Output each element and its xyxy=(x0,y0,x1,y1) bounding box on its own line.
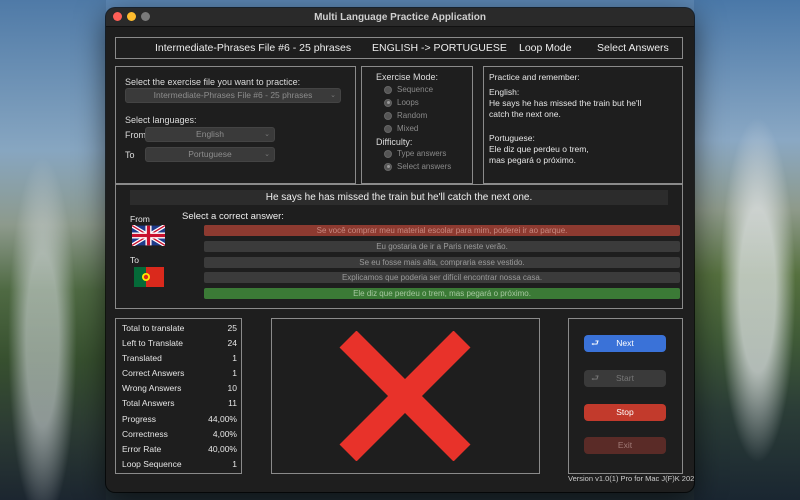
zoom-window-icon[interactable] xyxy=(141,12,150,21)
title-bar[interactable]: Multi Language Practice Application xyxy=(106,8,694,27)
chevron-down-icon: ⌄ xyxy=(264,151,270,158)
portuguese-line-2: mas pegará o próximo. xyxy=(489,155,576,165)
stat-row: Correctness 4,00% xyxy=(122,429,237,439)
window-controls xyxy=(113,12,150,21)
stat-row: Left to Translate 24 xyxy=(122,338,237,348)
return-arrow-icon: ⮐ xyxy=(591,338,600,348)
status-bar: Intermediate-Phrases File #6 - 25 phrase… xyxy=(115,37,683,59)
uk-flag-icon xyxy=(132,225,165,246)
chevron-down-icon: ⌄ xyxy=(264,131,270,138)
to-language-label: To xyxy=(125,150,135,160)
mode-option-label: Random xyxy=(397,111,428,120)
mode-option-label: Mixed xyxy=(397,124,419,133)
practice-panel: Practice and remember: English: He says … xyxy=(483,66,683,184)
stat-row: Correct Answers 1 xyxy=(122,368,237,378)
mode-label: Loop Mode xyxy=(519,42,572,54)
quiz-panel: He says he has missed the train but he'l… xyxy=(115,184,683,309)
radio-selected-icon xyxy=(384,98,392,107)
mode-option-random[interactable]: Random xyxy=(384,111,427,120)
file-dropdown-value: Intermediate-Phrases File #6 - 25 phrase… xyxy=(153,90,313,100)
from-language-value: English xyxy=(196,129,224,139)
desktop-wallpaper-left xyxy=(0,0,106,500)
answer-option-2[interactable]: Eu gostaria de ir a Paris neste verão. xyxy=(204,241,680,252)
stop-button[interactable]: Stop xyxy=(584,404,666,421)
quiz-from-label: From xyxy=(130,214,150,224)
radio-icon xyxy=(384,149,392,158)
radio-selected-icon xyxy=(384,162,392,171)
portugal-flag-icon xyxy=(134,267,164,287)
difficulty-option-type[interactable]: Type answers xyxy=(384,149,446,158)
window-title: Multi Language Practice Application xyxy=(314,11,486,23)
stat-row: Loop Sequence 1 xyxy=(122,459,237,469)
exit-button[interactable]: Exit xyxy=(584,437,666,454)
controls-panel: ⮐ Next ⮐ Start Stop Exit xyxy=(568,318,683,474)
from-language-label: From xyxy=(125,130,146,140)
stat-row: Total to translate 25 xyxy=(122,323,237,333)
answer-option-3[interactable]: Se eu fosse mais alta, compraria esse ve… xyxy=(204,257,680,268)
answer-option-4[interactable]: Explicamos que poderia ser difícil encon… xyxy=(204,272,680,283)
return-arrow-icon: ⮐ xyxy=(591,373,600,383)
mode-option-label: Sequence xyxy=(397,85,434,94)
minimize-window-icon[interactable] xyxy=(127,12,136,21)
mode-option-loops[interactable]: Loops xyxy=(384,98,419,107)
to-language-dropdown[interactable]: Portuguese ⌄ xyxy=(145,147,275,162)
answer-option-5[interactable]: Ele diz que perdeu o trem, mas pegará o … xyxy=(204,288,680,299)
wrong-answer-cross-icon xyxy=(339,331,471,461)
portuguese-label: Portuguese: xyxy=(489,133,535,143)
next-button[interactable]: ⮐ Next xyxy=(584,335,666,352)
desktop-wallpaper-right xyxy=(694,0,800,500)
english-label: English: xyxy=(489,87,520,97)
quiz-to-label: To xyxy=(130,255,139,265)
setup-panel: Select the exercise file you want to pra… xyxy=(115,66,356,184)
question-text: He says he has missed the train but he'l… xyxy=(130,190,668,205)
to-language-value: Portuguese xyxy=(188,149,232,159)
version-label: Version v1.0(1) Pro for Mac J(F)K 202 xyxy=(568,474,694,483)
current-file-label: Intermediate-Phrases File #6 - 25 phrase… xyxy=(155,42,352,54)
file-dropdown[interactable]: Intermediate-Phrases File #6 - 25 phrase… xyxy=(125,88,341,103)
mode-option-label: Loops xyxy=(397,98,419,107)
languages-label: Select languages: xyxy=(125,115,197,125)
mode-option-mixed[interactable]: Mixed xyxy=(384,124,418,133)
stat-row: Progress 44,00% xyxy=(122,414,237,424)
exercise-mode-label: Exercise Mode: xyxy=(376,72,439,82)
english-line-2: catch the next one. xyxy=(489,109,561,119)
portuguese-line-1: Ele diz que perdeu o trem, xyxy=(489,144,589,154)
radio-icon xyxy=(384,85,392,94)
chevron-down-icon: ⌄ xyxy=(330,92,336,99)
stat-row: Wrong Answers 10 xyxy=(122,383,237,393)
start-button[interactable]: ⮐ Start xyxy=(584,370,666,387)
close-window-icon[interactable] xyxy=(113,12,122,21)
mode-option-sequence[interactable]: Sequence xyxy=(384,85,433,94)
difficulty-label: Difficulty: xyxy=(376,137,413,147)
answer-mode-label: Select Answers xyxy=(597,42,669,54)
stat-row: Translated 1 xyxy=(122,353,237,363)
mode-panel: Exercise Mode: Sequence Loops Random Mix… xyxy=(361,66,473,184)
stat-row: Total Answers 11 xyxy=(122,398,237,408)
stats-panel: Total to translate 25 Left to Translate 24… xyxy=(115,318,242,474)
difficulty-option-label: Select answers xyxy=(397,162,452,171)
radio-icon xyxy=(384,124,392,133)
app-window: Multi Language Practice Application Inte… xyxy=(106,8,694,492)
difficulty-option-select[interactable]: Select answers xyxy=(384,162,451,171)
from-language-dropdown[interactable]: English ⌄ xyxy=(145,127,275,142)
english-line-1: He says he has missed the train but he'l… xyxy=(489,98,642,108)
file-select-label: Select the exercise file you want to pra… xyxy=(125,77,301,87)
difficulty-option-label: Type answers xyxy=(397,149,447,158)
practice-heading: Practice and remember: xyxy=(489,72,580,82)
answer-prompt: Select a correct answer: xyxy=(182,211,284,222)
stat-row: Error Rate 40,00% xyxy=(122,444,237,454)
radio-icon xyxy=(384,111,392,120)
answer-option-1[interactable]: Se você comprar meu material escolar par… xyxy=(204,225,680,236)
result-panel xyxy=(271,318,540,474)
direction-label: ENGLISH -> PORTUGUESE xyxy=(372,42,507,54)
